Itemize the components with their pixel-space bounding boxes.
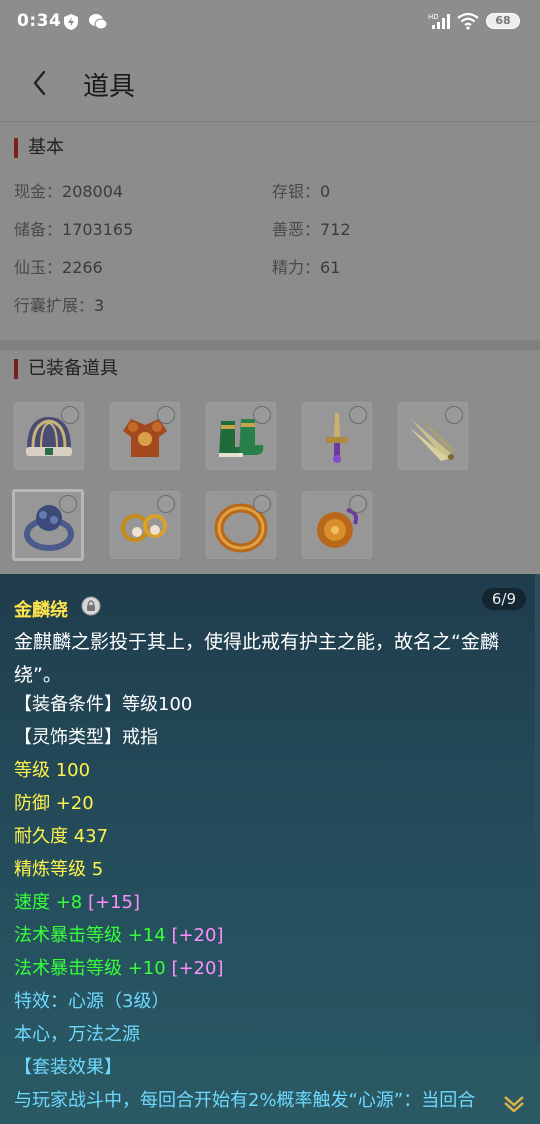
stat-crit-2: 法术暴击等级 +10 [+20] — [14, 958, 224, 979]
shield-icon — [64, 14, 78, 30]
lock-icon — [61, 406, 79, 424]
field-jade: 仙玉：2266 — [14, 258, 103, 277]
equip-slot-bracelet[interactable] — [206, 491, 276, 559]
equip-slot-earring[interactable] — [110, 491, 180, 559]
equip-slot-fan[interactable] — [398, 402, 468, 470]
set-description: 与玩家战斗中，每回合开始有2%概率触发“心源”：当回合 — [14, 1090, 476, 1111]
wechat-icon — [89, 14, 108, 30]
field-reserve: 储备：1703165 — [14, 220, 134, 239]
battery-indicator: 68 — [486, 13, 520, 29]
lock-icon — [59, 495, 77, 513]
back-arrow-icon[interactable] — [28, 68, 52, 98]
stat-level: 等级 100 — [14, 760, 91, 781]
item-effect: 特效：心源（3级） — [14, 991, 170, 1012]
app-bar: 道具 — [0, 44, 540, 122]
basic-section: 基本 现金：208004 存银：0 储备：1703165 善恶：712 仙玉：2… — [0, 122, 540, 340]
field-cash: 现金：208004 — [14, 182, 124, 201]
item-tooltip: 金麟绕 6/9 金麒麟之影投于其上，使得此戒有护主之能，故名之“金麟绕”。 【装… — [0, 574, 540, 1124]
field-bag-expansion: 行囊扩展：3 — [14, 296, 105, 315]
basic-heading: 基本 — [14, 138, 64, 158]
item-requirement: 【装备条件】等级100 — [14, 694, 193, 715]
lock-icon — [157, 406, 175, 424]
stat-durability: 耐久度 437 — [14, 826, 109, 847]
equip-slot-armor[interactable] — [110, 402, 180, 470]
item-counter: 6/9 — [481, 588, 526, 610]
lock-icon — [157, 495, 175, 513]
set-heading: 【套装效果】 — [14, 1057, 122, 1078]
equipped-section: 已装备道具 — [0, 350, 540, 574]
item-description: 金麒麟之影投于其上，使得此戒有护主之能，故名之“金麟绕”。 — [14, 631, 499, 686]
field-energy: 精力：61 — [272, 258, 341, 277]
stat-defense: 防御 +20 — [14, 793, 94, 814]
equip-slot-weapon[interactable] — [302, 402, 372, 470]
equip-slot-helmet[interactable] — [14, 402, 84, 470]
item-effect-desc: 本心，万法之源 — [14, 1024, 140, 1045]
stat-speed: 速度 +8 [+15] — [14, 892, 141, 913]
lock-icon — [81, 596, 101, 616]
stat-refine: 精炼等级 5 — [14, 859, 104, 880]
equipped-heading: 已装备道具 — [14, 359, 118, 379]
lock-icon — [349, 406, 367, 424]
field-deposit: 存银：0 — [272, 182, 331, 201]
lock-icon — [445, 406, 463, 424]
status-bar: 0:34 HD 68 — [0, 0, 540, 44]
tooltip-scrollbar[interactable] — [535, 574, 540, 1044]
item-type: 【灵饰类型】戒指 — [14, 727, 158, 748]
equip-slot-boots[interactable] — [206, 402, 276, 470]
lock-icon — [253, 495, 271, 513]
lock-icon — [349, 495, 367, 513]
status-time: 0:34 — [17, 11, 62, 31]
section-gap — [0, 340, 540, 350]
lock-icon — [253, 406, 271, 424]
signal-icon: HD — [428, 13, 450, 29]
wifi-icon — [457, 12, 479, 30]
item-name: 金麟绕 — [14, 600, 68, 621]
field-karma: 善恶：712 — [272, 220, 351, 239]
expand-arrow-icon[interactable] — [502, 1092, 526, 1112]
equip-slot-ring-selected[interactable] — [12, 489, 84, 561]
svg-text:HD: HD — [428, 13, 439, 21]
stat-crit-1: 法术暴击等级 +14 [+20] — [14, 925, 224, 946]
equip-slot-pendant[interactable] — [302, 491, 372, 559]
page-title: 道具 — [83, 72, 136, 102]
